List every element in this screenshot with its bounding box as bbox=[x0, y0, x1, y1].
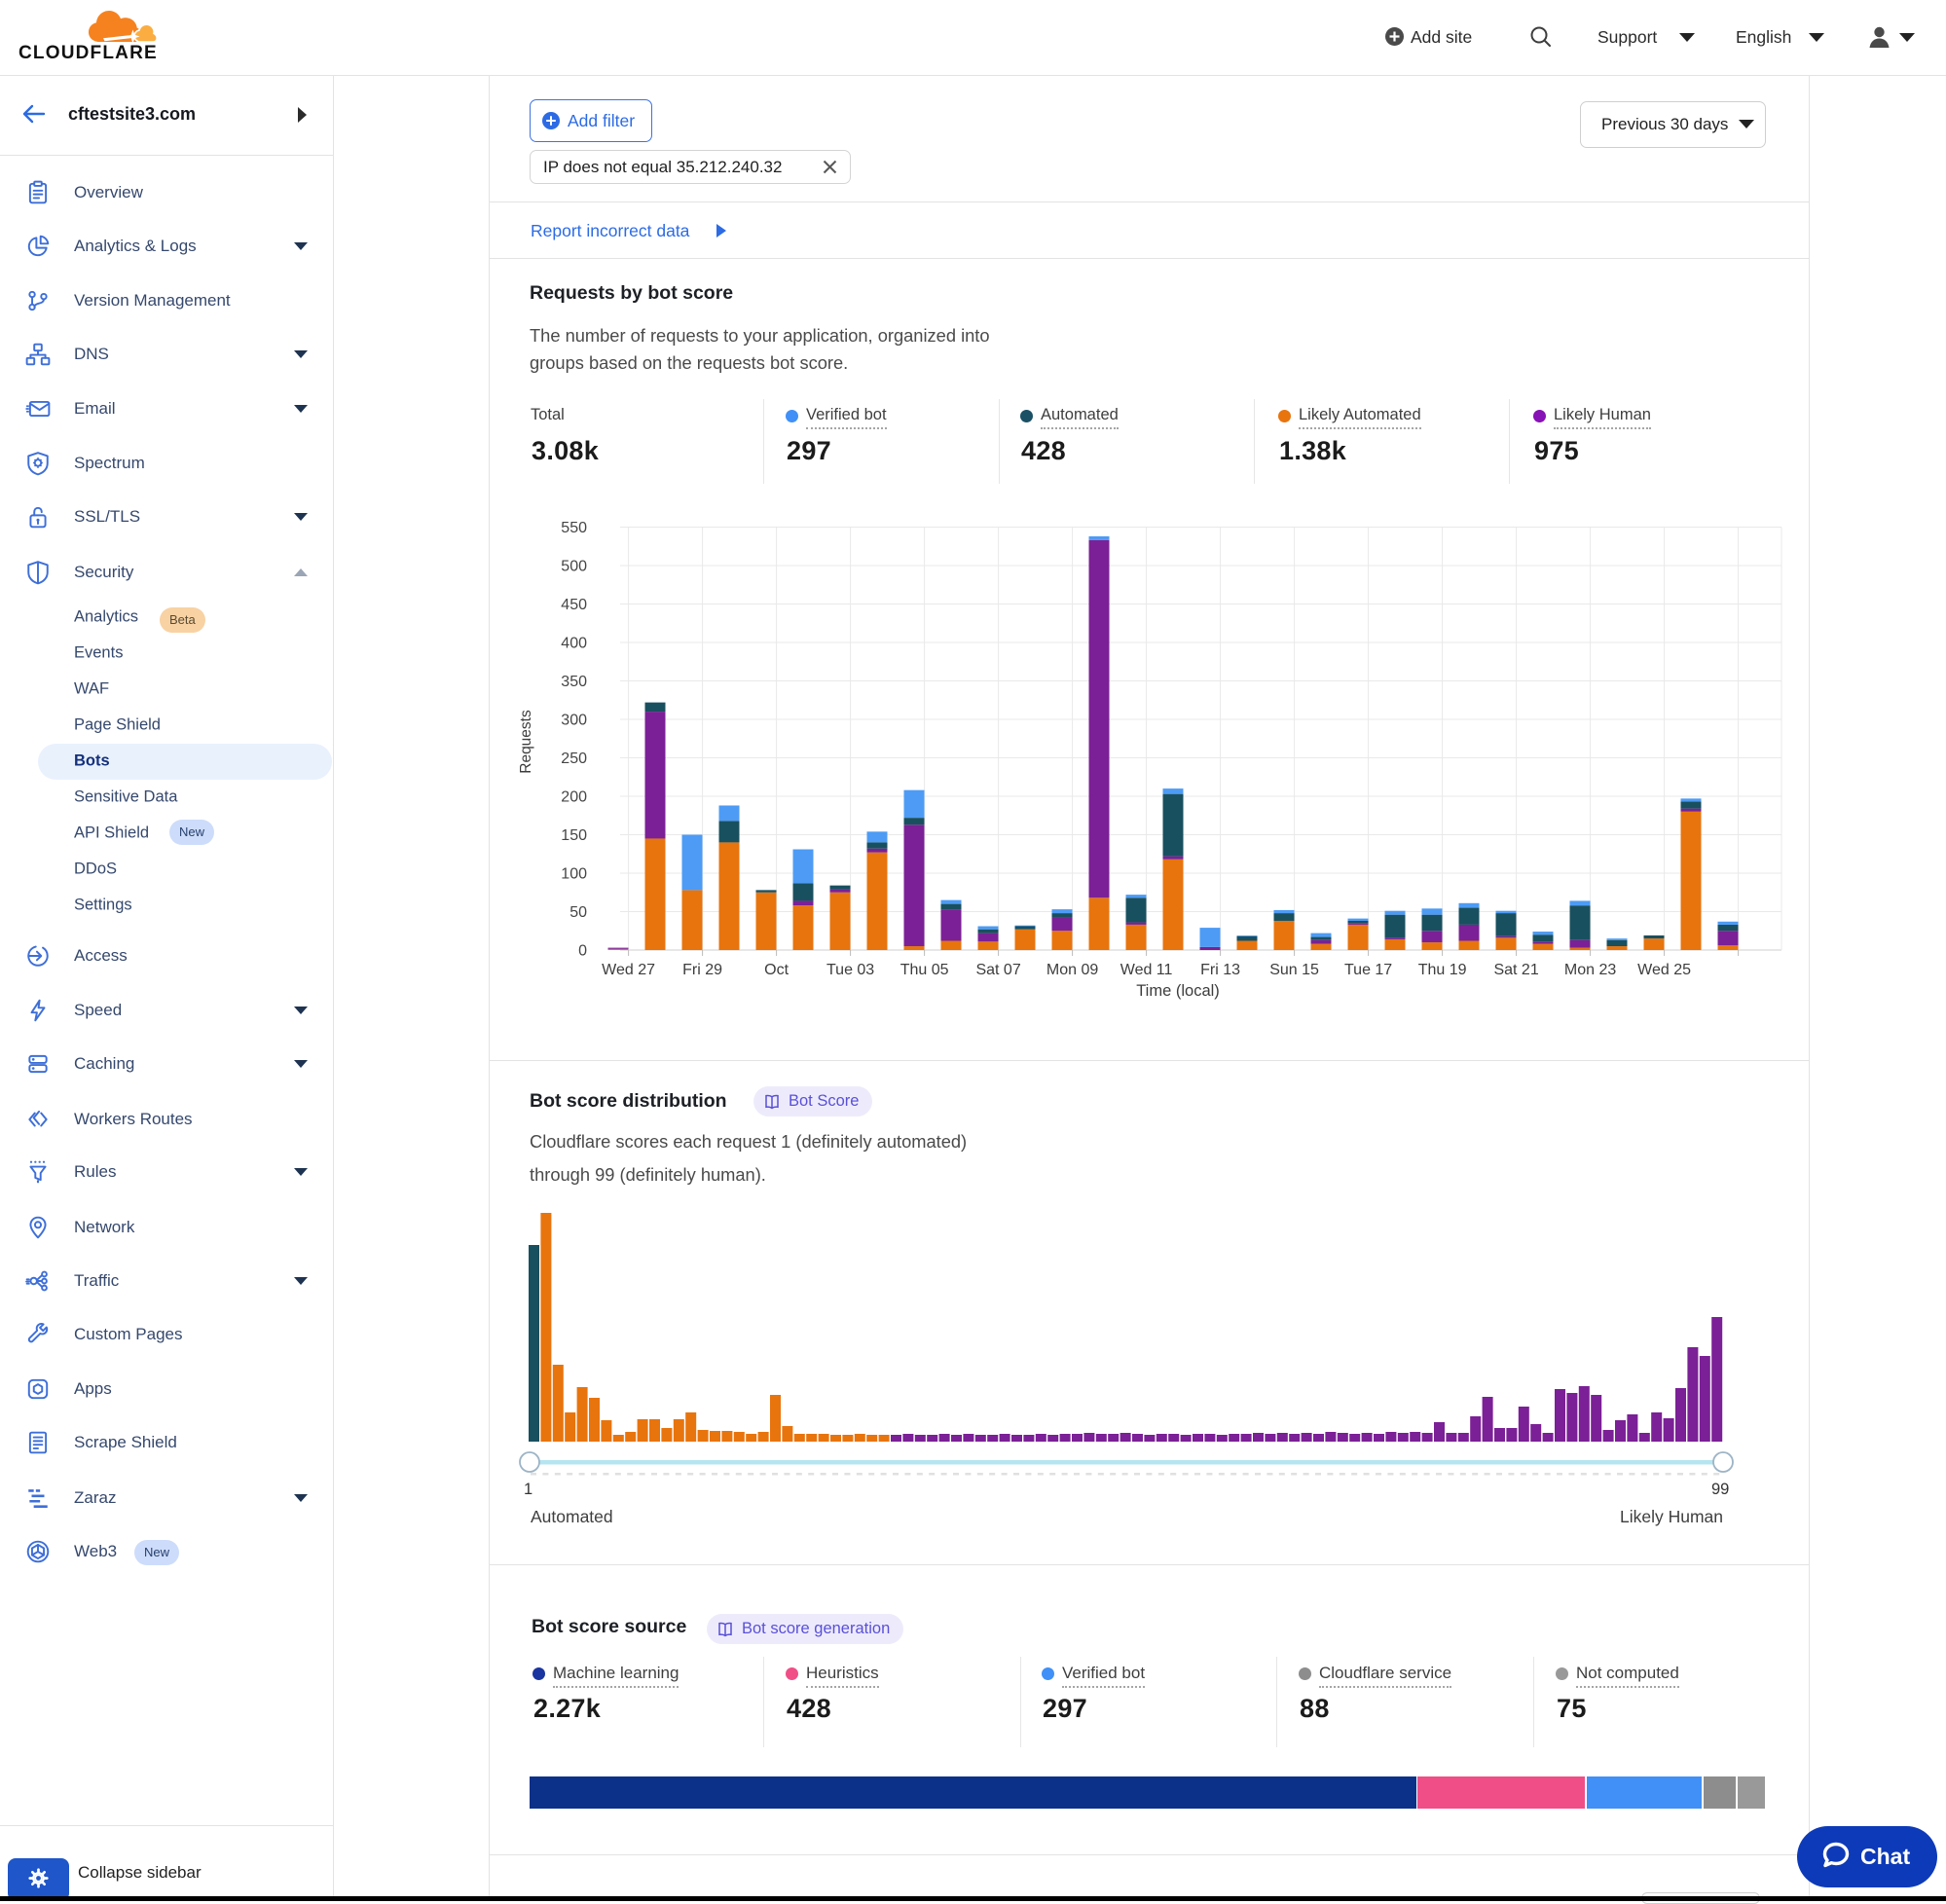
svg-text:400: 400 bbox=[561, 636, 587, 652]
svg-text:Tue 03: Tue 03 bbox=[826, 962, 874, 978]
svg-text:Mon 23: Mon 23 bbox=[1564, 962, 1616, 978]
svg-text:Thu 05: Thu 05 bbox=[900, 962, 949, 978]
svg-text:500: 500 bbox=[561, 559, 587, 575]
svg-text:Sun 15: Sun 15 bbox=[1269, 962, 1319, 978]
svg-text:Wed 11: Wed 11 bbox=[1120, 962, 1173, 978]
svg-text:Fri 13: Fri 13 bbox=[1200, 962, 1240, 978]
svg-text:150: 150 bbox=[561, 827, 587, 844]
svg-text:300: 300 bbox=[561, 713, 587, 729]
svg-text:550: 550 bbox=[561, 520, 587, 536]
svg-text:Wed 25: Wed 25 bbox=[1637, 962, 1691, 978]
svg-text:Oct: Oct bbox=[764, 962, 789, 978]
svg-text:Mon 09: Mon 09 bbox=[1046, 962, 1098, 978]
svg-text:Wed 27: Wed 27 bbox=[602, 962, 655, 978]
svg-text:50: 50 bbox=[569, 904, 587, 921]
svg-text:100: 100 bbox=[561, 866, 587, 883]
svg-text:Fri 29: Fri 29 bbox=[682, 962, 722, 978]
svg-text:Tue 17: Tue 17 bbox=[1344, 962, 1392, 978]
svg-text:350: 350 bbox=[561, 674, 587, 690]
svg-text:Sat 07: Sat 07 bbox=[975, 962, 1020, 978]
svg-text:250: 250 bbox=[561, 751, 587, 767]
svg-text:Requests: Requests bbox=[518, 710, 534, 774]
svg-text:450: 450 bbox=[561, 597, 587, 613]
svg-text:Time (local): Time (local) bbox=[1136, 982, 1220, 1000]
svg-text:200: 200 bbox=[561, 789, 587, 806]
svg-text:Sat 21: Sat 21 bbox=[1493, 962, 1538, 978]
svg-text:Thu 19: Thu 19 bbox=[1418, 962, 1467, 978]
svg-text:0: 0 bbox=[578, 943, 587, 960]
